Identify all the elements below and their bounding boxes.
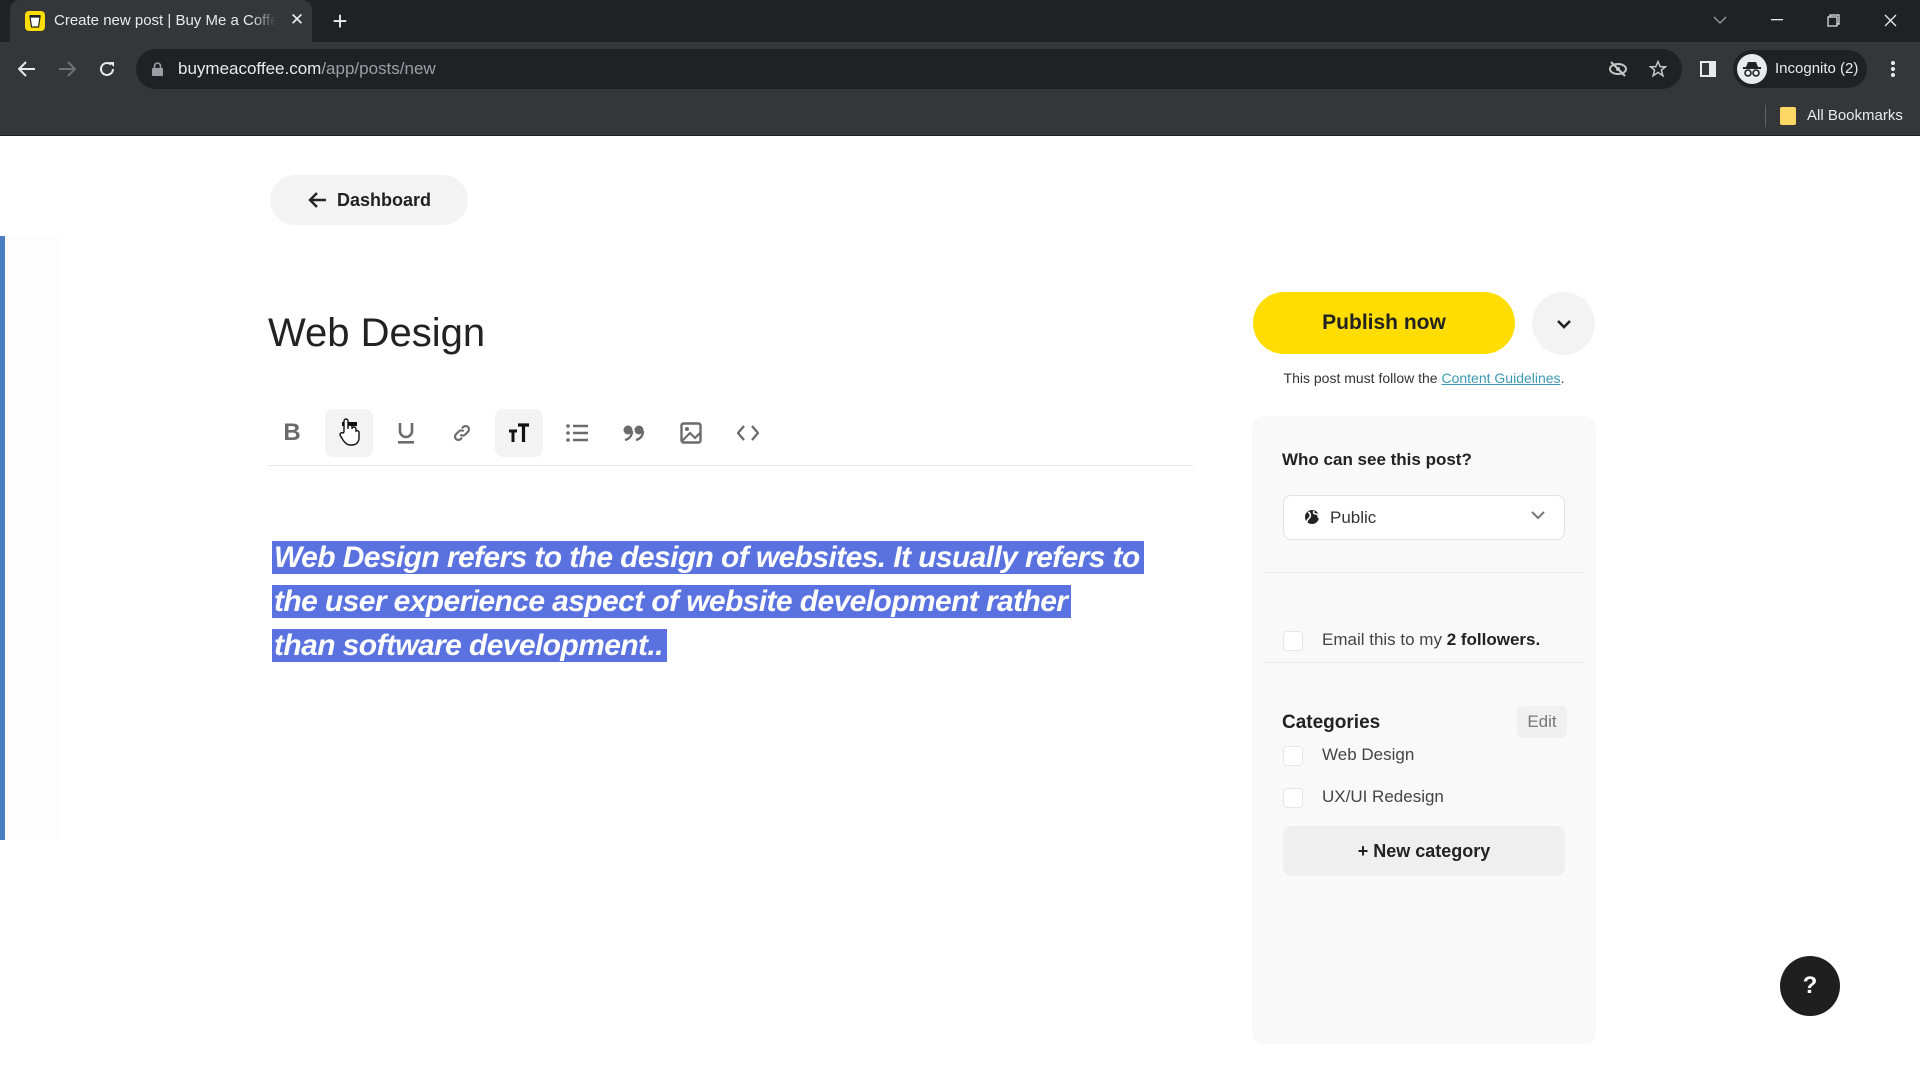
back-to-dashboard-button[interactable]: Dashboard bbox=[270, 175, 468, 225]
email-followers-label: Email this to my 2 followers. bbox=[1322, 630, 1541, 649]
tab-search-chevron-icon[interactable] bbox=[1700, 4, 1740, 36]
categories-title: Categories bbox=[1282, 712, 1381, 733]
code-icon bbox=[737, 425, 759, 441]
eye-slash-icon[interactable] bbox=[1607, 58, 1629, 80]
quote-button[interactable] bbox=[610, 409, 658, 457]
globe-icon bbox=[1305, 510, 1320, 524]
content-guidelines-link[interactable]: Content Guidelines bbox=[1441, 370, 1560, 386]
category-checkbox-web-design[interactable] bbox=[1283, 746, 1303, 766]
kebab-menu-icon[interactable] bbox=[1878, 54, 1908, 84]
folder-icon bbox=[1780, 107, 1796, 125]
heading-button[interactable] bbox=[495, 409, 543, 457]
post-title-input[interactable]: Web Design bbox=[268, 311, 485, 356]
restore-icon[interactable] bbox=[1813, 4, 1853, 36]
bold-button[interactable]: B bbox=[268, 409, 316, 457]
url-text: buymeacoffee.com/app/posts/new bbox=[178, 59, 436, 78]
close-icon[interactable]: ✕ bbox=[286, 9, 308, 31]
editor-toolbar: B bbox=[268, 404, 1193, 466]
visibility-select[interactable]: Public bbox=[1283, 495, 1565, 540]
browser-tab-strip: Create new post | Buy Me a Coffee ✕ + bbox=[0, 0, 1920, 42]
list-icon bbox=[566, 424, 588, 442]
underline-icon bbox=[398, 423, 414, 444]
close-window-icon[interactable] bbox=[1870, 4, 1910, 36]
email-followers-checkbox[interactable] bbox=[1283, 631, 1303, 651]
new-category-button[interactable]: + New category bbox=[1283, 826, 1565, 876]
lock-icon bbox=[152, 62, 163, 81]
reload-icon[interactable] bbox=[92, 54, 122, 84]
star-icon[interactable] bbox=[1647, 58, 1669, 80]
tab-title: Create new post | Buy Me a Coffee bbox=[54, 12, 276, 29]
bookmarks-separator bbox=[1765, 105, 1766, 127]
incognito-icon bbox=[1737, 54, 1767, 84]
visibility-value: Public bbox=[1330, 508, 1377, 527]
image-button[interactable] bbox=[667, 409, 715, 457]
minimize-icon[interactable] bbox=[1757, 4, 1797, 36]
chevron-down-icon bbox=[1556, 319, 1571, 329]
chevron-down-icon bbox=[1531, 511, 1545, 520]
profile-label: Incognito (2) bbox=[1775, 60, 1859, 77]
side-panel-icon[interactable] bbox=[1693, 54, 1723, 84]
edit-categories-button[interactable]: Edit bbox=[1517, 706, 1567, 738]
browser-tab-active[interactable]: Create new post | Buy Me a Coffee ✕ bbox=[10, 0, 312, 42]
bulleted-list-button[interactable] bbox=[553, 409, 601, 457]
publish-options-button[interactable] bbox=[1532, 292, 1595, 355]
italic-icon bbox=[342, 422, 357, 443]
post-settings-panel: Who can see this post? Public Email this… bbox=[1252, 416, 1596, 1044]
italic-button[interactable] bbox=[325, 409, 373, 457]
selected-text-line: Web Design refers to the design of websi… bbox=[272, 536, 1202, 580]
profile-button[interactable]: Incognito (2) bbox=[1733, 50, 1867, 88]
category-label: Web Design bbox=[1322, 745, 1415, 764]
publish-now-button[interactable]: Publish now bbox=[1253, 292, 1515, 354]
panel-divider bbox=[1262, 662, 1586, 663]
selected-text-line: than software development.. bbox=[272, 624, 1202, 668]
address-bar[interactable]: buymeacoffee.com/app/posts/new bbox=[136, 49, 1682, 89]
category-label: UX/UI Redesign bbox=[1322, 787, 1444, 806]
link-icon bbox=[453, 424, 471, 442]
panel-divider bbox=[1262, 572, 1586, 573]
browser-toolbar: buymeacoffee.com/app/posts/new Incognito… bbox=[0, 42, 1920, 96]
quote-icon bbox=[623, 425, 645, 441]
post-body-editor[interactable]: Web Design refers to the design of websi… bbox=[272, 536, 1202, 668]
visibility-label: Who can see this post? bbox=[1282, 450, 1472, 469]
link-button[interactable] bbox=[438, 409, 486, 457]
all-bookmarks-link[interactable]: All Bookmarks bbox=[1807, 107, 1903, 124]
image-icon bbox=[680, 422, 702, 444]
code-button[interactable] bbox=[724, 409, 772, 457]
post-editor-page: Dashboard Web Design B Web Design refers… bbox=[0, 136, 1920, 1080]
selected-text-line: the user experience aspect of website de… bbox=[272, 580, 1202, 624]
content-guidelines-note: This post must follow the Content Guidel… bbox=[1283, 370, 1565, 386]
category-checkbox-ux-ui-redesign[interactable] bbox=[1283, 788, 1303, 808]
text-size-icon bbox=[509, 423, 529, 442]
buy-me-a-coffee-cup-icon bbox=[25, 11, 45, 31]
left-gutter bbox=[5, 236, 60, 840]
back-button-label: Dashboard bbox=[336, 189, 432, 210]
underline-button[interactable] bbox=[382, 409, 430, 457]
arrow-right-icon[interactable] bbox=[52, 54, 82, 84]
bookmarks-bar: All Bookmarks bbox=[0, 96, 1920, 136]
bold-icon: B bbox=[283, 419, 301, 446]
arrow-left-icon[interactable] bbox=[12, 54, 42, 84]
help-button[interactable]: ? bbox=[1780, 956, 1840, 1016]
plus-icon[interactable]: + bbox=[325, 6, 355, 36]
arrow-left-icon bbox=[308, 192, 326, 208]
